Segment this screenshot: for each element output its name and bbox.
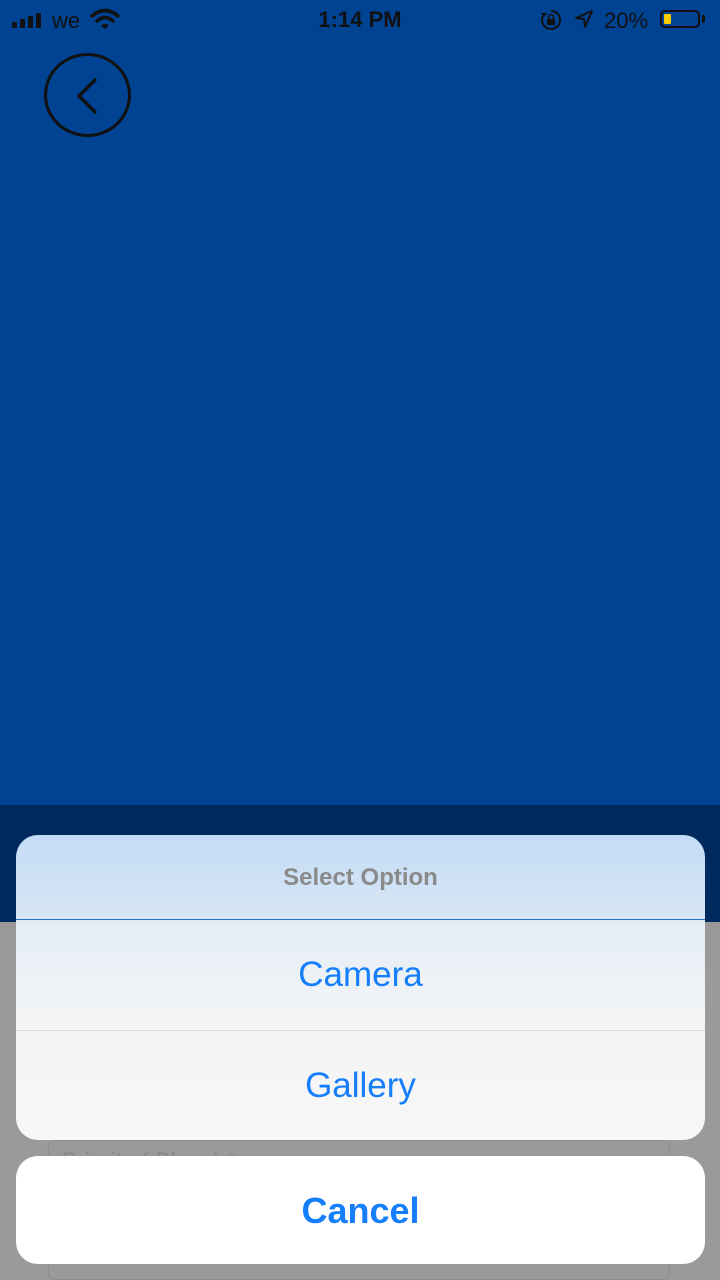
battery-percent: 20% <box>604 8 649 33</box>
gallery-option-button[interactable]: Gallery <box>16 1031 705 1140</box>
cancel-button[interactable]: Cancel <box>16 1156 705 1264</box>
action-sheet-title: Select Option <box>283 864 438 891</box>
battery-tip <box>702 15 705 23</box>
location-arrow-icon <box>575 10 593 28</box>
orientation-lock-icon <box>541 9 562 30</box>
back-button[interactable] <box>44 53 131 137</box>
action-sheet: Select Option Camera Gallery <box>16 835 705 1140</box>
battery-icon <box>660 10 700 28</box>
status-bar: we 1:14 PM 20% <box>0 0 720 40</box>
chevron-left-icon <box>77 78 97 114</box>
camera-option-button[interactable]: Camera <box>16 920 705 1030</box>
